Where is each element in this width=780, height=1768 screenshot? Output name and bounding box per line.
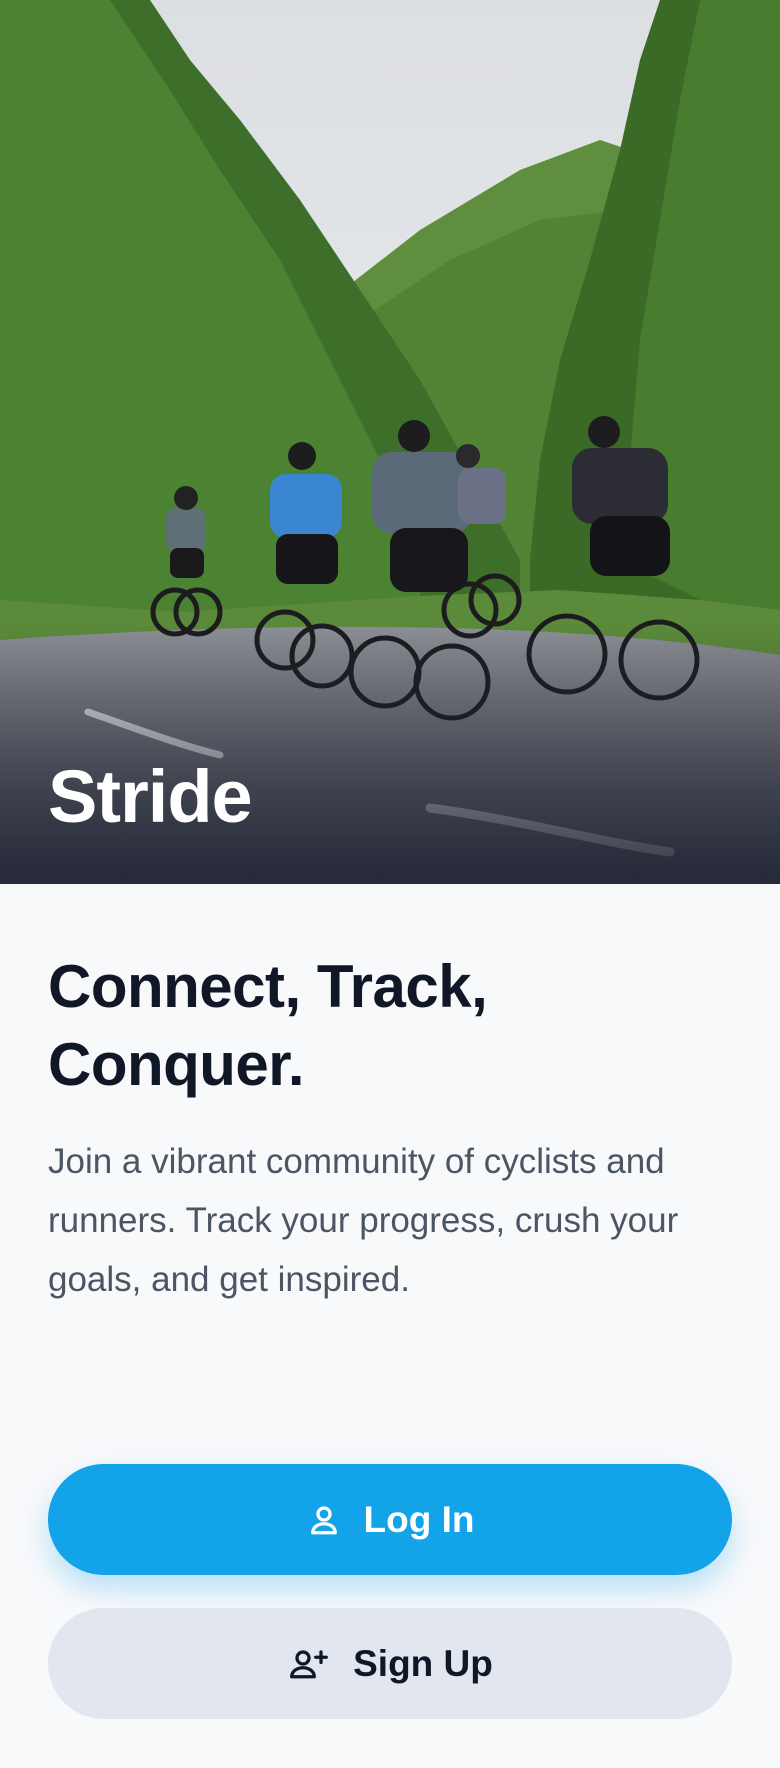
user-icon xyxy=(310,1505,337,1534)
user-plus-icon xyxy=(290,1649,329,1678)
login-label: Log In xyxy=(363,1498,475,1540)
app-name-title: Stride xyxy=(48,755,253,838)
signup-button[interactable]: Sign Up xyxy=(48,1608,732,1719)
headline: Connect, Track, Conquer. xyxy=(48,953,488,1098)
intro-description: Join a vibrant community of cyclists and… xyxy=(48,1142,679,1299)
login-button[interactable]: Log In xyxy=(48,1464,732,1575)
hero-image: Stride xyxy=(0,0,780,884)
signup-label: Sign Up xyxy=(353,1642,493,1684)
